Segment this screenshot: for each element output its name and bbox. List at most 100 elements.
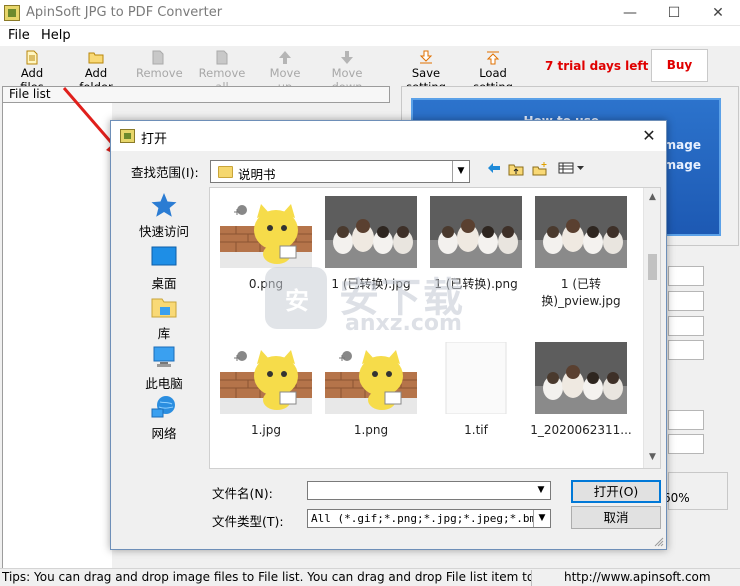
side-field-6[interactable] [668, 434, 704, 454]
dialog-close-button[interactable]: ✕ [638, 125, 660, 147]
file-browser-pane[interactable]: 0.png 1 (已转换).jpg 1 (已转换).png 1 (已转换)_pv… [209, 187, 661, 469]
blank-thumbnail [430, 342, 522, 414]
main-titlebar: ApinSoft JPG to PDF Converter — ☐ ✕ [0, 0, 740, 26]
place-label: 网络 [151, 426, 177, 441]
file-name: 1.tif [464, 423, 488, 437]
banner-line-2: mage [663, 138, 701, 152]
desktop-icon [150, 243, 178, 271]
zoom-value: 60% [663, 491, 690, 505]
dogs-thumbnail [535, 196, 627, 268]
menu-help[interactable]: Help [41, 28, 71, 43]
file-type-select[interactable]: All (*.gif;*.png;*.jpg;*.jpeg;*.bmp;* ▼ [307, 509, 551, 528]
dialog-app-icon [120, 129, 135, 143]
dogs-thumbnail [325, 196, 417, 268]
add-files-button[interactable]: Add files [8, 48, 56, 94]
remove-all-icon [214, 50, 230, 65]
tips-text: Tips: You can drag and drop image files … [2, 570, 532, 586]
place-label: 桌面 [151, 276, 177, 291]
scrollbar-thumb[interactable] [648, 254, 657, 280]
file-name: 1.png [353, 423, 389, 437]
toolbar: Add files Add folder Remove Remove all M… [0, 46, 740, 94]
arrow-up-icon [277, 50, 293, 65]
side-field-4[interactable] [668, 340, 704, 360]
place-label: 库 [157, 326, 171, 341]
cancel-button[interactable]: 取消 [571, 506, 661, 529]
arrow-down-icon [339, 50, 355, 65]
remove-icon [150, 50, 166, 65]
window-title: ApinSoft JPG to PDF Converter [26, 5, 223, 20]
view-menu-icon[interactable] [557, 162, 587, 180]
place-quick-access[interactable]: 快速访问 [131, 191, 197, 240]
save-setting-icon [418, 50, 434, 65]
remove-label: Remove [136, 66, 183, 80]
side-field-3[interactable] [668, 316, 704, 336]
dogs-thumbnail [535, 342, 627, 414]
file-type-label: 文件类型(T): [212, 514, 284, 529]
open-dialog: 打开 ✕ 查找范围(I): 说明书 ▼ 快速访问 桌面 库 此电脑 网络 0.p… [110, 120, 667, 550]
file-pane-scrollbar[interactable]: ▲ ▼ [643, 188, 660, 468]
menu-file[interactable]: File [8, 28, 30, 43]
back-arrow-icon[interactable] [485, 162, 503, 180]
file-name: 1.jpg [250, 423, 282, 437]
cat-thumbnail [325, 342, 417, 414]
close-button[interactable]: ✕ [696, 0, 740, 26]
move-up-button[interactable]: Move up [261, 48, 309, 94]
app-icon [4, 5, 20, 21]
look-in-combo[interactable]: 说明书 ▼ [210, 160, 470, 183]
move-down-button[interactable]: Move down [317, 48, 377, 94]
cat-thumbnail [220, 342, 312, 414]
resize-grip-icon[interactable] [654, 537, 664, 547]
place-network[interactable]: 网络 [131, 393, 197, 442]
new-folder-icon[interactable] [531, 162, 549, 180]
minimize-button[interactable]: — [608, 0, 652, 26]
add-folder-icon [88, 50, 104, 65]
cat-thumbnail [220, 196, 312, 268]
file-name-input[interactable] [307, 481, 551, 500]
side-field-1[interactable] [668, 266, 704, 286]
place-this-pc[interactable]: 此电脑 [131, 343, 197, 392]
trial-days-text: 7 trial days left [545, 59, 649, 73]
look-in-value: 说明书 [238, 167, 276, 182]
place-label: 快速访问 [138, 224, 189, 239]
scroll-down-icon[interactable]: ▼ [644, 452, 660, 462]
chevron-down-icon[interactable]: ▼ [533, 510, 550, 527]
star-icon [150, 191, 178, 219]
file-name: 1 (已转换).png [434, 277, 518, 291]
library-icon [150, 293, 178, 321]
dogs-thumbnail [430, 196, 522, 268]
look-in-label: 查找范围(I): [131, 165, 199, 180]
statusbar: Tips: You can drag and drop image files … [0, 568, 740, 586]
side-field-2[interactable] [668, 291, 704, 311]
place-desktop[interactable]: 桌面 [131, 243, 197, 292]
file-name-dropdown-icon[interactable]: ▼ [532, 482, 550, 499]
place-label: 此电脑 [145, 376, 183, 391]
scroll-up-icon[interactable]: ▲ [644, 192, 660, 202]
maximize-button[interactable]: ☐ [652, 0, 696, 26]
website-link[interactable]: http://www.apinsoft.com [564, 570, 711, 584]
place-library[interactable]: 库 [131, 293, 197, 342]
save-setting-button[interactable]: Save setting [395, 48, 457, 94]
load-setting-icon [485, 50, 501, 65]
file-name-label: 文件名(N): [212, 486, 273, 501]
remove-all-button[interactable]: Remove all [193, 48, 251, 94]
folder-icon [218, 166, 233, 178]
file-name: 0.png [248, 277, 284, 291]
buy-now-button[interactable]: Buy now [651, 49, 708, 103]
file-name: 1_2020062311... [530, 423, 632, 437]
chevron-down-icon[interactable]: ▼ [452, 161, 469, 182]
computer-icon [150, 343, 178, 371]
up-folder-icon[interactable] [507, 162, 525, 180]
dialog-title: 打开 [141, 132, 168, 147]
remove-button[interactable]: Remove [136, 48, 183, 84]
file-list[interactable] [2, 103, 112, 568]
load-setting-button[interactable]: Load setting [462, 48, 524, 94]
network-icon [150, 393, 178, 421]
open-button[interactable]: 打开(O) [571, 480, 661, 503]
menubar: File Help [0, 26, 740, 46]
dialog-titlebar: 打开 ✕ [111, 121, 666, 151]
file-name: 1 (已转换)_pview.jpg [541, 277, 621, 308]
file-type-value: All (*.gif;*.png;*.jpg;*.jpeg;*.bmp;* [311, 512, 551, 525]
add-files-icon [24, 50, 40, 65]
side-field-5[interactable] [668, 410, 704, 430]
add-folder-button[interactable]: Add folder [68, 48, 124, 94]
